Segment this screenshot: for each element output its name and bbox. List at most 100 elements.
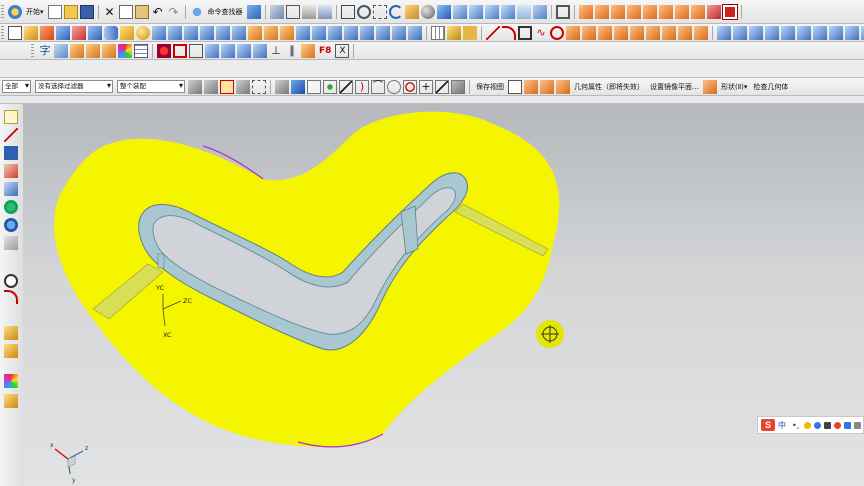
type-filter-select[interactable]: 全部 [2, 80, 31, 93]
line-icon[interactable] [486, 25, 500, 40]
parallel-icon[interactable]: ∥ [285, 44, 299, 58]
redo-icon[interactable]: ↷ [167, 5, 181, 19]
front-view-icon[interactable] [452, 4, 467, 19]
ime-mode-toggle[interactable]: 中 [778, 420, 786, 431]
color-icon[interactable] [118, 43, 132, 58]
slope-analysis-icon[interactable] [674, 4, 689, 19]
frame-icon[interactable] [173, 43, 187, 58]
boss-icon[interactable] [168, 25, 182, 40]
select-icon[interactable] [220, 79, 234, 94]
command-finder-button[interactable]: 命令查找器 [208, 7, 243, 17]
ime-toolbar[interactable]: S 中 •, [757, 416, 864, 434]
grid-display-icon[interactable] [134, 43, 148, 58]
assembly-icon[interactable] [4, 164, 18, 178]
bridge-curve-icon[interactable] [630, 25, 644, 40]
save-view-button[interactable]: 保存视图 [476, 82, 504, 92]
sphere-icon[interactable] [136, 25, 150, 40]
navigator-icon[interactable] [4, 146, 18, 160]
swept-icon[interactable] [781, 25, 795, 40]
select-box-icon[interactable] [252, 79, 266, 94]
curvature-icon[interactable] [626, 4, 641, 19]
profile-icon[interactable] [4, 128, 18, 142]
fillet-curve-icon[interactable] [566, 25, 580, 40]
top-view-icon[interactable] [468, 4, 483, 19]
circle-icon[interactable] [550, 25, 564, 40]
face-blend-icon[interactable] [829, 25, 843, 40]
edit-object-icon[interactable] [269, 4, 284, 19]
sketch-pencil-icon[interactable] [4, 110, 18, 124]
revolve-icon[interactable] [40, 25, 54, 40]
layer-icon[interactable] [301, 4, 316, 19]
cylinder-icon[interactable] [104, 25, 118, 40]
snap-grid-icon[interactable] [4, 354, 18, 368]
cut-icon[interactable]: ✕ [103, 5, 117, 19]
rotate-icon[interactable] [388, 4, 403, 19]
mirror-plane-button[interactable]: 设置镜像平面… [650, 82, 699, 92]
check-icon[interactable] [706, 4, 721, 19]
geometry-properties-button[interactable]: 几何属性（即将失效） [574, 82, 644, 92]
ruled-surface-icon[interactable] [733, 25, 747, 40]
unwrap-icon[interactable] [221, 43, 235, 58]
pull-face-icon[interactable] [86, 43, 100, 58]
hole-icon[interactable] [152, 25, 166, 40]
divide-curve-icon[interactable] [694, 25, 708, 40]
point-icon[interactable] [189, 43, 203, 58]
fit-view-icon[interactable] [340, 4, 355, 19]
analysis-icon[interactable] [594, 4, 609, 19]
slot-icon[interactable] [216, 25, 230, 40]
fillet-tool-icon[interactable] [4, 290, 18, 304]
arc-icon[interactable] [502, 25, 516, 40]
offset-face-icon[interactable] [253, 43, 267, 58]
edge-blend-icon[interactable] [296, 25, 310, 40]
offset-curve-icon[interactable] [582, 25, 596, 40]
history-icon[interactable] [4, 182, 18, 196]
selection-scope-select[interactable]: 整个装配 [117, 80, 185, 93]
offset-surface-icon[interactable] [845, 25, 859, 40]
ime-menu-icon[interactable] [853, 421, 861, 429]
ime-toolbox-icon[interactable] [843, 421, 851, 429]
intersect-curve-icon[interactable] [614, 25, 628, 40]
right-view-icon[interactable] [484, 4, 499, 19]
grid-icon[interactable] [431, 25, 445, 40]
start-icon[interactable] [8, 4, 22, 19]
window-icon[interactable] [555, 4, 570, 19]
material-icon[interactable] [157, 43, 171, 58]
surface-icon[interactable] [717, 25, 731, 40]
select-body-icon[interactable] [275, 79, 289, 94]
rectangle-icon[interactable] [518, 25, 532, 40]
move-face-icon[interactable] [70, 43, 84, 58]
wcs-icon[interactable] [524, 79, 538, 94]
paste-icon[interactable] [134, 4, 149, 19]
join-curve-icon[interactable] [646, 25, 660, 40]
ime-voice-icon[interactable] [813, 421, 821, 429]
shape-menu-button[interactable]: 形状(Ⅱ)▾ [721, 82, 747, 92]
n-sided-icon[interactable] [797, 25, 811, 40]
general-select-icon[interactable] [188, 79, 202, 94]
wrap-icon[interactable] [205, 43, 219, 58]
project-curve-icon[interactable] [598, 25, 612, 40]
ime-logo[interactable]: S [761, 419, 775, 431]
ime-emoji-icon[interactable] [803, 421, 811, 429]
snap-settings-icon[interactable] [307, 79, 321, 94]
toolbar-grip[interactable] [1, 4, 4, 19]
check-geometry-button[interactable]: 检查几何体 [753, 82, 788, 92]
palette-icon[interactable] [4, 236, 18, 250]
cone-icon[interactable] [120, 25, 134, 40]
properties-icon[interactable] [556, 79, 570, 94]
snap-arc-center-icon[interactable]: ⌒ [371, 79, 385, 94]
subtract-icon[interactable] [264, 25, 278, 40]
mirror-icon[interactable] [408, 25, 422, 40]
through-curves-icon[interactable] [749, 25, 763, 40]
draft-analysis-icon[interactable] [658, 4, 673, 19]
ime-keyboard-icon[interactable] [823, 421, 831, 429]
undo-icon[interactable]: ↶ [151, 5, 165, 19]
block-icon[interactable] [88, 25, 102, 40]
datum-plane-icon[interactable] [56, 25, 70, 40]
trim-body-icon[interactable] [360, 25, 374, 40]
snap-tangent-icon[interactable] [435, 79, 449, 94]
trim-curve-icon[interactable] [662, 25, 676, 40]
zoom-window-icon[interactable] [372, 4, 387, 19]
section-icon[interactable] [578, 4, 593, 19]
toolbar-grip[interactable] [31, 43, 34, 58]
through-mesh-icon[interactable] [765, 25, 779, 40]
